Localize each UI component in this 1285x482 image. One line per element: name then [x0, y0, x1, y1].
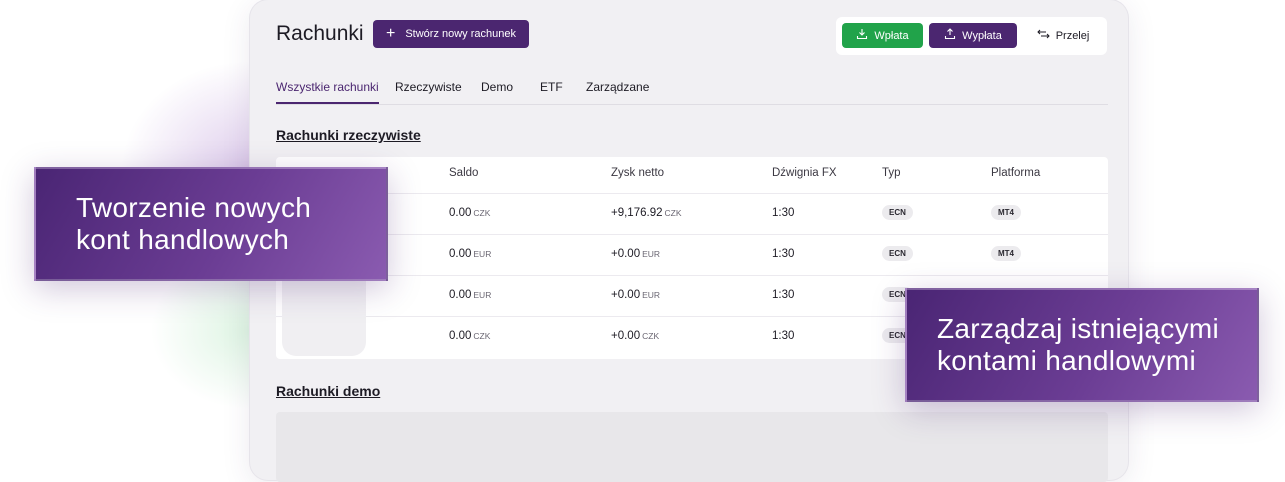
account-card-placeholder	[282, 276, 366, 356]
tab-demo[interactable]: Demo	[481, 80, 513, 102]
page-title: Rachunki	[276, 22, 364, 45]
tab-managed[interactable]: Zarządzane	[586, 80, 649, 102]
demo-accounts-title: Rachunki demo	[276, 383, 381, 399]
create-account-button[interactable]: + Stwórz nowy rachunek	[373, 20, 529, 48]
balance-value: 0.00	[449, 248, 472, 260]
transfer-arrows-icon	[1036, 29, 1050, 42]
platform-badge: MT4	[991, 205, 1021, 220]
download-tray-icon	[856, 28, 868, 43]
balance-cell: 0.00 EUR	[449, 248, 491, 260]
tab-all-accounts[interactable]: Wszystkie rachunki	[276, 80, 379, 104]
withdraw-button[interactable]: Wypłata	[929, 23, 1017, 48]
type-badge: ECN	[882, 246, 913, 261]
callout-line: kont handlowych	[76, 224, 290, 255]
balance-value: 0.00	[449, 289, 472, 301]
balance-currency: CZK	[473, 208, 491, 218]
feature-callout-manage: Zarządzaj istniejącymi kontami handlowym…	[905, 288, 1259, 402]
profit-value: +0.00	[611, 289, 641, 301]
real-accounts-title: Rachunki rzeczywiste	[276, 127, 421, 143]
callout-line: Tworzenie nowych	[76, 192, 312, 223]
tab-real[interactable]: Rzeczywiste	[395, 80, 462, 102]
profit-value: +0.00	[611, 330, 641, 342]
column-header-platform: Platforma	[991, 167, 1041, 179]
transfer-label: Przelej	[1055, 29, 1090, 42]
leverage-cell: 1:30	[772, 248, 795, 260]
table-row[interactable]: 0.00 EUR +0.00 EUR 1:30 ECN MT4	[276, 234, 1108, 276]
demo-accounts-placeholder	[276, 412, 1108, 482]
plus-icon: +	[385, 25, 396, 42]
column-header-leverage: Dźwignia FX	[772, 167, 837, 179]
callout-line: kontami handlowymi	[937, 345, 1197, 376]
balance-value: 0.00	[449, 207, 472, 219]
type-badge: ECN	[882, 205, 913, 220]
balance-cell: 0.00 EUR	[449, 289, 491, 301]
profit-value: +0.00	[611, 248, 641, 260]
platform-badge: MT4	[991, 246, 1021, 261]
deposit-button[interactable]: Wpłata	[842, 23, 923, 48]
profit-currency: CZK	[642, 331, 660, 341]
profit-cell: +0.00 EUR	[611, 289, 660, 301]
profit-currency: CZK	[664, 208, 682, 218]
create-account-label: Stwórz nowy rachunek	[405, 28, 516, 40]
balance-cell: 0.00 CZK	[449, 330, 490, 342]
deposit-label: Wpłata	[874, 29, 909, 42]
withdraw-label: Wypłata	[962, 29, 1002, 42]
profit-currency: EUR	[642, 249, 661, 259]
leverage-cell: 1:30	[772, 289, 795, 301]
feature-callout-create: Tworzenie nowych kont handlowych	[34, 167, 388, 281]
profit-value: +9,176.92	[611, 207, 663, 219]
tab-etf[interactable]: ETF	[540, 80, 563, 102]
profit-cell: +9,176.92 CZK	[611, 207, 681, 219]
leverage-cell: 1:30	[772, 330, 795, 342]
column-header-profit: Zysk netto	[611, 167, 665, 179]
balance-currency: EUR	[473, 290, 492, 300]
account-actions: Wpłata Wypłata Przelej	[836, 17, 1107, 55]
balance-cell: 0.00 CZK	[449, 207, 490, 219]
table-row[interactable]: 0.00 CZK +9,176.92 CZK 1:30 ECN MT4	[276, 193, 1108, 235]
leverage-cell: 1:30	[772, 207, 795, 219]
balance-value: 0.00	[449, 330, 472, 342]
column-header-type: Typ	[882, 167, 901, 179]
balance-currency: CZK	[473, 331, 491, 341]
balance-currency: EUR	[473, 249, 492, 259]
account-tabs: Wszystkie rachunki Rzeczywiste Demo ETF …	[276, 80, 1108, 105]
upload-tray-icon	[944, 28, 956, 43]
callout-line: Zarządzaj istniejącymi	[937, 313, 1220, 344]
profit-cell: +0.00 CZK	[611, 330, 659, 342]
column-header-balance: Saldo	[449, 167, 479, 179]
profit-cell: +0.00 EUR	[611, 248, 660, 260]
profit-currency: EUR	[642, 290, 661, 300]
transfer-button[interactable]: Przelej	[1023, 23, 1103, 48]
